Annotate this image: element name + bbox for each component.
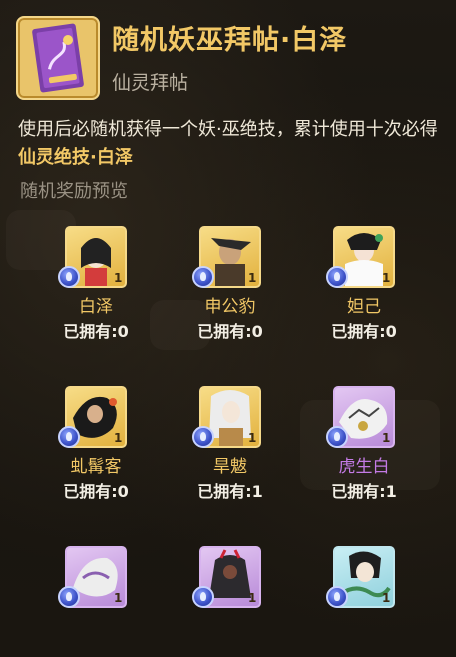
reward-name: 旱魃 [213,457,247,477]
reward-name: 虎生白 [338,457,390,477]
item-title: 随机妖巫拜帖·白泽 [112,25,348,56]
spirit-element-icon [192,586,214,608]
spirit-element-icon [58,586,80,608]
reward-card-qiuranke[interactable]: 1 虬髯客 已拥有:0 [28,380,168,510]
reward-card-row3-2[interactable]: 1 [162,540,302,657]
spirit-element-icon [192,266,214,288]
spirit-element-icon [326,586,348,608]
spirit-element-icon [326,426,348,448]
description-text: 使用后必随机获得一个妖·巫绝技，累计使用十次必得 [18,119,438,140]
reward-count: 1 [248,271,257,285]
reward-name: 妲己 [347,297,381,317]
reward-name: 虬髯客 [70,457,122,477]
item-description: 使用后必随机获得一个妖·巫绝技，累计使用十次必得仙灵绝技·白泽 [18,116,442,172]
reward-count: 1 [248,431,257,445]
reward-card-row3-1[interactable]: 1 [28,540,168,657]
reward-count: 1 [114,591,123,605]
reward-count: 1 [114,431,123,445]
spirit-element-icon [192,426,214,448]
reward-card-daji[interactable]: 1 妲己 已拥有:0 [296,220,436,350]
reward-owned-count: 已拥有:0 [63,322,129,341]
reward-owned-count: 已拥有:0 [197,322,263,341]
reward-count: 1 [248,591,257,605]
reward-count: 1 [382,591,391,605]
item-type-label: 仙灵拜帖 [112,72,189,94]
reward-count: 1 [114,271,123,285]
spirit-element-icon [326,266,348,288]
reward-card-hanba[interactable]: 1 旱魃 已拥有:1 [162,380,302,510]
reward-owned-count: 已拥有:1 [331,482,397,501]
reward-owned-count: 已拥有:0 [63,482,129,501]
reward-count: 1 [382,271,391,285]
description-highlight: 仙灵绝技·白泽 [18,147,133,168]
spirit-element-icon [58,266,80,288]
item-detail-panel: 随机妖巫拜帖·白泽 仙灵拜帖 使用后必随机获得一个妖·巫绝技，累计使用十次必得仙… [0,0,456,657]
purple-invitation-scroll-icon [16,16,100,100]
reward-name: 白泽 [79,297,113,317]
reward-owned-count: 已拥有:1 [197,482,263,501]
item-header: 随机妖巫拜帖·白泽 仙灵拜帖 [16,16,446,106]
reward-name: 申公豹 [204,297,256,317]
reward-card-row3-3[interactable]: 1 [296,540,436,657]
reward-count: 1 [382,431,391,445]
spirit-element-icon [58,426,80,448]
reward-card-shengongbao[interactable]: 1 申公豹 已拥有:0 [162,220,302,350]
reward-card-hushengbai[interactable]: 1 虎生白 已拥有:1 [296,380,436,510]
reward-preview-title: 随机奖励预览 [20,181,128,202]
reward-card-baize[interactable]: 1 白泽 已拥有:0 [28,220,168,350]
reward-grid: 1 白泽 已拥有:0 1 申公豹 已拥有:0 1 妲己 已拥有:0 1 虬髯客 … [0,220,456,657]
reward-owned-count: 已拥有:0 [331,322,397,341]
